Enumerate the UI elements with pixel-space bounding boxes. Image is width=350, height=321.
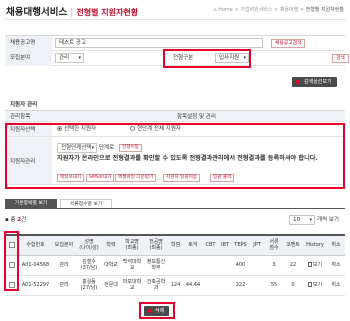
search-button[interactable]: 검색 [332, 54, 349, 63]
col-header: History [303, 234, 327, 256]
applicant-table: 수험번호 모집분야 성명 (나이/성) 학력 학교명 (최종) 전공명 (최종)… [5, 234, 345, 296]
table-header-row: 수험번호 모집분야 성명 (나이/성) 학력 학교명 (최종) 전공명 (최종)… [5, 234, 345, 256]
cbt-cell [203, 255, 218, 276]
field-label: 모집분야 [5, 51, 52, 66]
teps-cell: 400 [232, 255, 249, 276]
document-icon [307, 282, 312, 287]
jpt-cell [249, 275, 265, 296]
stage-highlight [163, 49, 251, 68]
col-header: CBT [203, 234, 218, 256]
teps-cell: 222 [232, 275, 249, 296]
document-icon [307, 262, 312, 267]
tab-underline [5, 208, 345, 209]
col-header: 수험번호 [19, 234, 52, 256]
header-divider [4, 19, 346, 20]
comment-cell: 22 [283, 255, 303, 276]
major-cell: 정보통신 학부 [144, 255, 168, 276]
page-title: 전형별 지원자현황 [76, 8, 139, 17]
col-header: 전공명 (최종) [144, 234, 168, 256]
education-cell: 대학교 [102, 255, 120, 276]
checkbox-highlight [4, 231, 19, 291]
col-header: JPT [249, 234, 265, 256]
toeic-cell: 44,44 [183, 275, 203, 296]
toeic-cell [183, 255, 203, 276]
cancel-link[interactable]: 취소 [327, 275, 345, 296]
ibt-cell [218, 275, 232, 296]
page-size-select[interactable]: 10 [289, 215, 315, 225]
document-score-cell: 3 [265, 255, 283, 276]
page-size-label: 개씩 보기 [317, 217, 339, 223]
history-link[interactable]: 보기 [303, 275, 327, 296]
applicant-name-link[interactable]: 김철수 (37/남) [76, 255, 102, 276]
col-header: 토익 [183, 234, 203, 256]
table-row: A01-04568 관리 김철수 (37/남) 대학교 백석대학 교 정보통신 … [5, 255, 345, 276]
exam-number: A01-04568 [19, 255, 52, 276]
manage-header-row: 관리항목 항목설정 및 관리 [5, 110, 345, 122]
col-header: 학력 [102, 234, 120, 256]
col-header: 서류 점수 [265, 234, 283, 256]
tab-basic-items[interactable]: 기본항목별 보기 [5, 199, 57, 208]
comment-cell: 0 [283, 275, 303, 296]
col-header: 학교명 (최종) [120, 234, 144, 256]
major-cell: 건축공학 과 [144, 275, 168, 296]
page-header: 채용대행서비스 | 전형별 지원자현황 [6, 7, 139, 18]
jpt-cell [249, 255, 265, 276]
col-header: 학점 [168, 234, 183, 256]
exam-number: A01-52297 [19, 275, 52, 296]
table-row: A01-52297 관리 홍길동 (27/남) 전문대 마포대학 교 건축공학 … [5, 275, 345, 296]
education-cell: 전문대 [102, 275, 120, 296]
field-cell: 관리 [52, 275, 76, 296]
breadcrumb: ⌂ Home > 기업회원서비스 > 채용대행 > 전형별 지원자현황 [213, 7, 344, 13]
notice-input[interactable]: 테스트 공고 [55, 38, 263, 48]
history-link[interactable]: 보기 [303, 255, 327, 276]
service-title: 채용대행서비스 [6, 7, 68, 18]
gpa-cell: 124 [168, 275, 183, 296]
col-header: IBT [218, 234, 232, 256]
school-cell: 백석대학 교 [120, 255, 144, 276]
manage-highlight [5, 123, 345, 189]
school-cell: 마포대학 교 [120, 275, 144, 296]
tab-document-score[interactable]: 서류점수별 보기 [60, 199, 112, 208]
field-select[interactable]: 관리 [55, 53, 84, 63]
ibt-cell [218, 255, 232, 276]
delete-highlight [139, 302, 175, 319]
notice-label: 채용공고명 [5, 36, 52, 51]
col-header: TEPS [232, 234, 249, 256]
total-count: ▪ 총 2건 [5, 217, 27, 223]
col-header: 성명 (나이/성) [76, 234, 102, 256]
cancel-link[interactable]: 취소 [327, 255, 345, 276]
col-header: 코멘트 [283, 234, 303, 256]
col-header: 취소 [327, 234, 345, 256]
document-score-cell: 55 [265, 275, 283, 296]
col-header: 모집분야 [52, 234, 76, 256]
notice-search-button[interactable]: 채용공고검색 [271, 39, 306, 48]
field-cell: 관리 [52, 255, 76, 276]
applicant-name-link[interactable]: 홍길동 (27/남) [76, 275, 102, 296]
batch-view-button[interactable]: 감색상선보기 [292, 77, 337, 87]
gpa-cell [168, 255, 183, 276]
cbt-cell [203, 275, 218, 296]
